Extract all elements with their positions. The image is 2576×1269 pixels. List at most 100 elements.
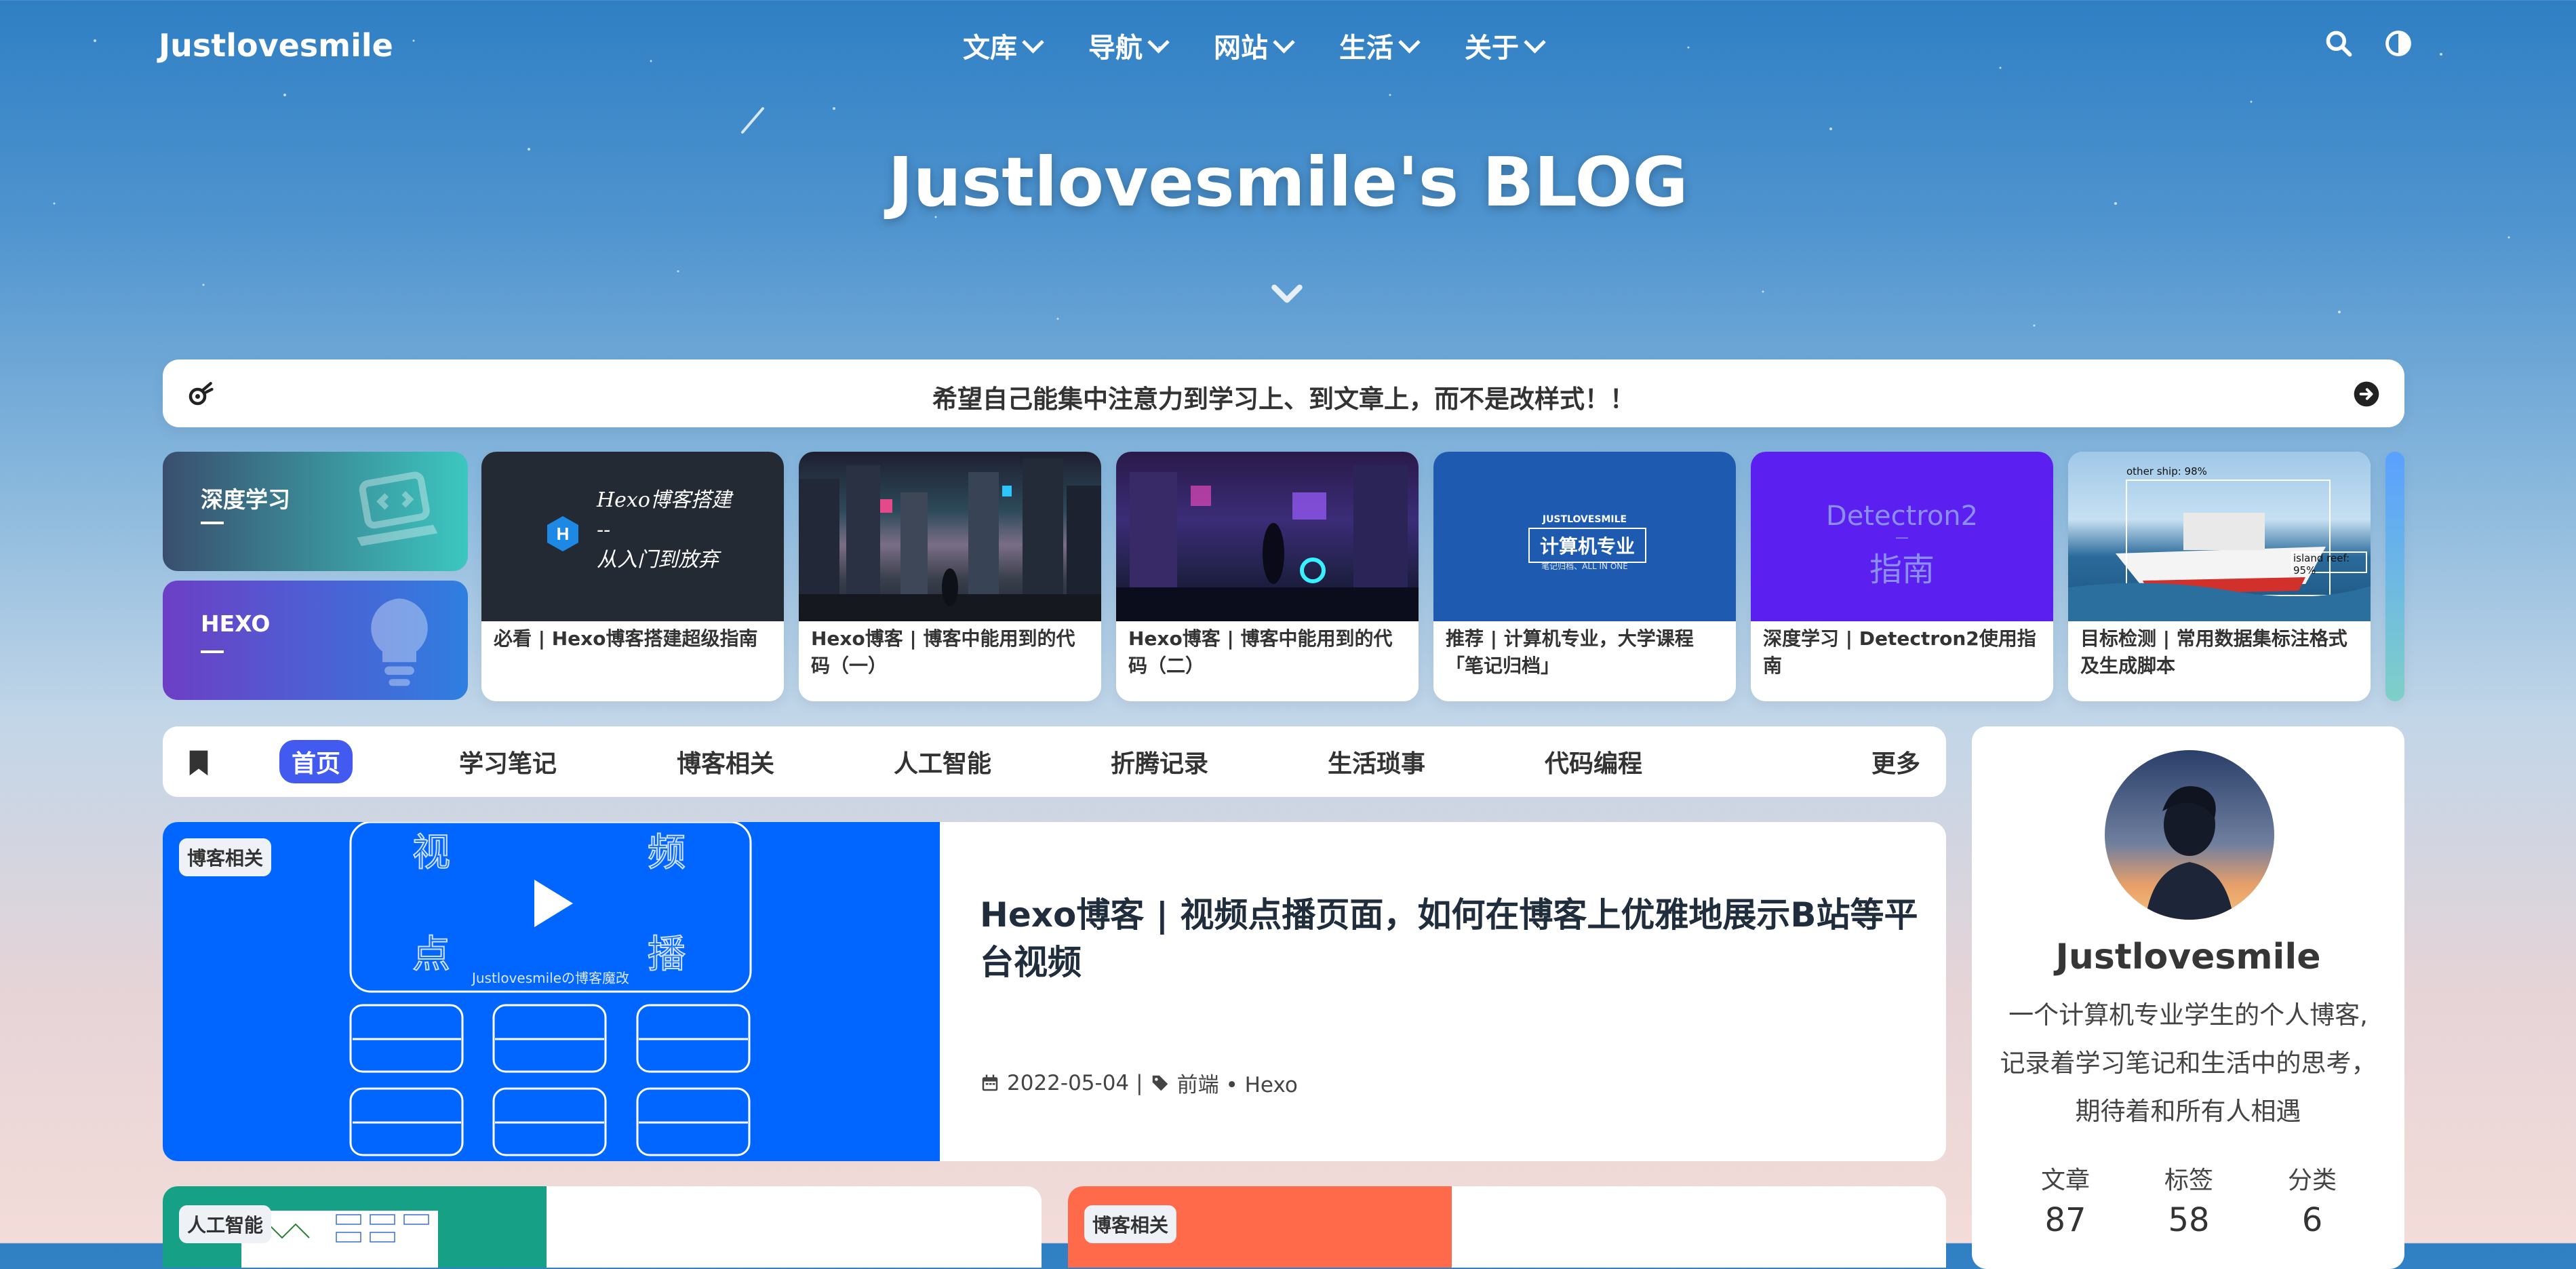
tag-icon <box>1152 1075 1168 1091</box>
detection-label: other ship: 98% <box>2126 465 2207 477</box>
search-icon[interactable] <box>2324 28 2354 58</box>
hero-title: Justlovesmile's BLOG <box>888 142 1688 222</box>
tab-life[interactable]: 生活琐事 <box>1328 744 1425 779</box>
menu-websites[interactable]: 网站 <box>1214 26 1295 65</box>
stat-articles[interactable]: 文章 87 <box>2011 1160 2120 1239</box>
thumb-line: 指南 <box>1869 551 1935 589</box>
thumb-line: -- <box>597 518 611 542</box>
profile-desc-line: 一个计算机专业学生的个人博客, <box>2008 1000 2368 1030</box>
category-deep-learning[interactable]: 深度学习 <box>163 452 468 571</box>
post-tag[interactable]: 博客相关 <box>1084 1205 1177 1243</box>
post-thumbnail: 视 频 点 播 Justlovesmileの博客魔改 <box>163 822 940 1161</box>
tab-tinkering[interactable]: 折腾记录 <box>1111 744 1208 779</box>
card-thumbnail <box>1116 452 1419 621</box>
menu-label: 生活 <box>1339 33 1393 64</box>
card-title: Hexo博客 | 博客中能用到的代码（二） <box>1128 627 1393 677</box>
menu-label: 导航 <box>1088 33 1143 64</box>
menu-navigation[interactable]: 导航 <box>1088 26 1170 65</box>
lightbulb-icon <box>371 598 428 686</box>
arrow-right-circle-icon[interactable] <box>2353 380 2380 408</box>
tab-home[interactable]: 首页 <box>279 740 353 783</box>
category-label: HEXO <box>201 610 271 637</box>
menu-about[interactable]: 关于 <box>1465 26 1546 65</box>
card-thumbnail: JUSTLOVESMILE 计算机专业 笔记归档、ALL IN ONE <box>1433 452 1736 621</box>
video-layout-image <box>349 822 752 1156</box>
thumb-caption: Justlovesmileの博客魔改 <box>471 970 630 986</box>
thumb-line: Hexo博客搭建 <box>597 488 732 512</box>
post-date: 2022-05-04 <box>1007 1070 1130 1095</box>
feature-card[interactable]: Hexo博客 | 博客中能用到的代码（一） <box>799 452 1101 701</box>
top-nav: Justlovesmile 文库 导航 网站 生活 关于 <box>0 20 2576 75</box>
post-meta: 2022-05-04 | 前端 • Hexo <box>980 1068 1298 1098</box>
card-title: 推荐 | 计算机专业，大学课程「笔记归档」 <box>1446 627 1694 677</box>
stat-value: 87 <box>2044 1201 2086 1239</box>
svg-text:H: H <box>557 524 570 544</box>
card-title: 必看 | Hexo博客搭建超级指南 <box>494 627 758 650</box>
post-card[interactable]: 人工智能 <box>163 1186 1042 1268</box>
profile-card: Justlovesmile 一个计算机专业学生的个人博客, 记录着学习笔记和生活… <box>1972 726 2404 1269</box>
menu-library[interactable]: 文库 <box>963 26 1044 65</box>
category-hexo[interactable]: HEXO <box>163 581 468 700</box>
stat-label: 文章 <box>2040 1167 2090 1194</box>
calendar-icon <box>982 1074 998 1091</box>
theme-toggle-icon[interactable] <box>2383 28 2413 58</box>
menu-label: 关于 <box>1465 33 1519 64</box>
stat-value: 6 <box>2301 1201 2323 1239</box>
profile-desc-line: 记录着学习笔记和生活中的思考， <box>2000 1049 2377 1078</box>
post-tag[interactable]: 人工智能 <box>179 1205 272 1243</box>
city-scene-image <box>799 458 1101 621</box>
notice-text: 希望自己能集中注意力到学习上、到文章上，而不是改样式！！ <box>932 385 1635 414</box>
chevron-down-icon <box>1147 31 1170 54</box>
avatar-image <box>2105 750 2274 920</box>
scroll-down-icon[interactable] <box>1268 275 1306 313</box>
feature-card-partial[interactable] <box>2385 452 2404 701</box>
post-card[interactable]: 博客相关 <box>1068 1186 1946 1268</box>
thumb-line: Detectron2 <box>1825 501 1979 532</box>
tab-blog[interactable]: 博客相关 <box>677 744 774 779</box>
profile-name: Justlovesmile <box>2055 937 2321 977</box>
menu-label: 文库 <box>963 33 1017 64</box>
post-tag[interactable]: 博客相关 <box>179 838 272 876</box>
chevron-down-icon <box>1524 31 1546 54</box>
feature-card[interactable]: other ship: 98% island reef: 95% 目标检测 | … <box>2068 452 2371 701</box>
post-card[interactable]: 视 频 点 播 Justlovesmileの博客魔改 博客相关 Hexo博客 |… <box>163 822 1946 1161</box>
stat-value: 58 <box>2168 1201 2210 1239</box>
thumb-char: 视 <box>412 830 451 876</box>
card-thumbnail: H Hexo博客搭建 -- 从入门到放弃 <box>481 452 784 621</box>
menu-label: 网站 <box>1214 33 1268 64</box>
card-thumbnail: other ship: 98% island reef: 95% <box>2068 452 2371 621</box>
post-title[interactable]: Hexo博客 | 视频点播页面，如何在博客上优雅地展示B站等平台视频 <box>980 891 1922 986</box>
tab-coding[interactable]: 代码编程 <box>1545 744 1642 779</box>
stat-tags[interactable]: 标签 58 <box>2135 1160 2243 1239</box>
thumb-line: JUSTLOVESMILE <box>1542 514 1627 525</box>
chevron-down-icon <box>1273 31 1295 54</box>
notice-bar[interactable]: 希望自己能集中注意力到学习上、到文章上，而不是改样式！！ <box>163 359 2404 427</box>
main-menu: 文库 导航 网站 生活 关于 <box>963 26 1546 65</box>
feature-card[interactable]: H Hexo博客搭建 -- 从入门到放弃 必看 | Hexo博客搭建超级指南 <box>481 452 784 701</box>
bookmark-icon <box>189 750 208 776</box>
feature-card[interactable]: JUSTLOVESMILE 计算机专业 笔记归档、ALL IN ONE 推荐 |… <box>1433 452 1736 701</box>
feature-card[interactable]: Detectron2 — 指南 深度学习 | Detectron2使用指南 <box>1751 452 2053 701</box>
thumb-line: 笔记归档、ALL IN ONE <box>1541 562 1628 571</box>
boat-detection-image <box>2068 480 2371 621</box>
thumb-line: 计算机专业 <box>1528 528 1646 563</box>
menu-life[interactable]: 生活 <box>1339 26 1421 65</box>
chevron-down-icon <box>1022 31 1044 54</box>
cyberpunk-scene-image <box>1116 465 1419 621</box>
avatar[interactable] <box>2105 750 2274 920</box>
chevron-down-icon <box>1398 31 1421 54</box>
tab-ai[interactable]: 人工智能 <box>894 744 991 779</box>
card-title: Hexo博客 | 博客中能用到的代码（一） <box>811 627 1075 677</box>
profile-desc-line: 期待着和所有人相遇 <box>2075 1097 2301 1126</box>
site-brand[interactable]: Justlovesmile <box>159 27 393 64</box>
feature-card[interactable]: Hexo博客 | 博客中能用到的代码（二） <box>1116 452 1419 701</box>
category-underline <box>201 522 224 524</box>
tab-more[interactable]: 更多 <box>1871 744 1920 779</box>
post-categories[interactable]: 前端 • Hexo <box>1177 1068 1298 1098</box>
category-label: 深度学习 <box>201 486 290 513</box>
laptop-code-icon <box>357 471 438 546</box>
stat-categories[interactable]: 分类 6 <box>2258 1160 2366 1239</box>
tab-study-notes[interactable]: 学习笔记 <box>459 744 557 779</box>
card-thumbnail <box>799 452 1101 621</box>
stat-label: 分类 <box>2287 1167 2337 1194</box>
